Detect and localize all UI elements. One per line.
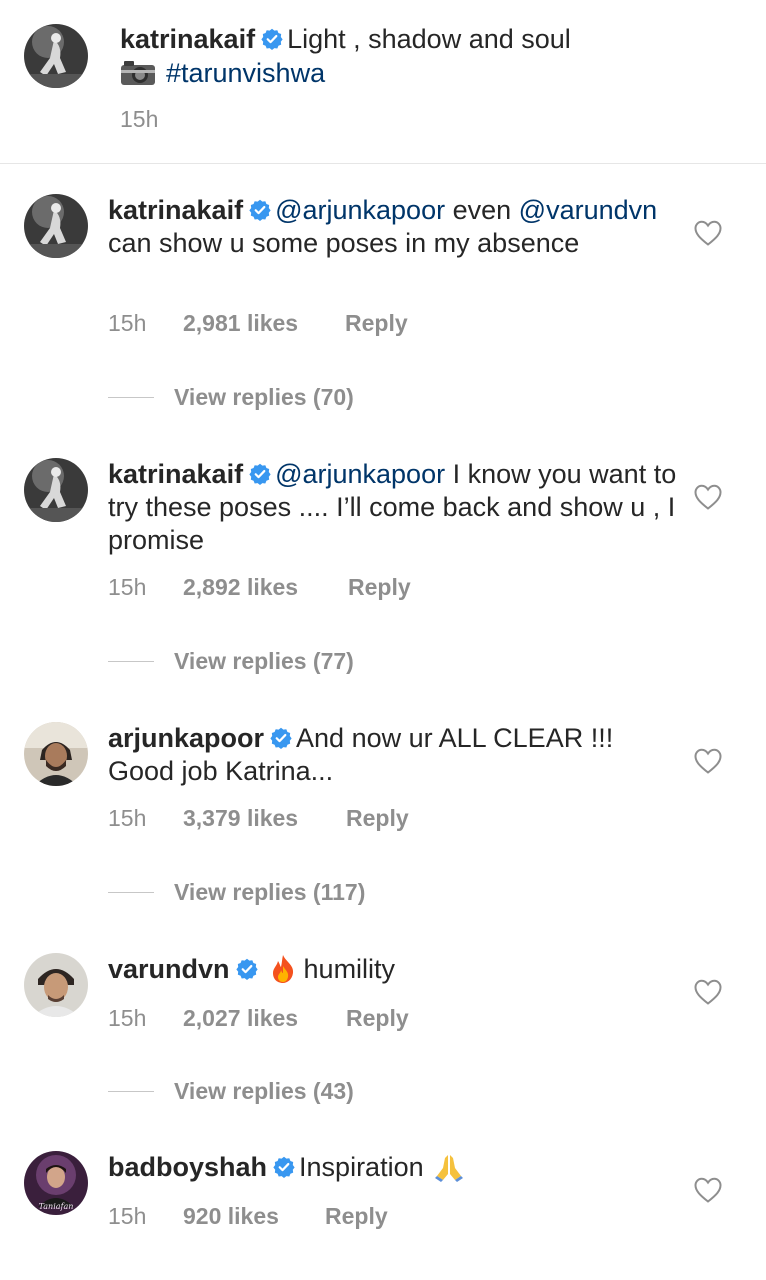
comment-likes[interactable]: 920 likes xyxy=(183,1203,325,1230)
katrinakaif-avatar[interactable] xyxy=(24,194,88,258)
like-heart-icon[interactable] xyxy=(694,484,722,510)
comment-body: can show u some poses in my absence xyxy=(108,228,580,258)
comment-meta: 15h 920 likes Reply xyxy=(108,1203,388,1230)
comment-item: arjunkapoor And now ur ALL CLEAR !!! Good… xyxy=(0,722,766,942)
reply-button[interactable]: Reply xyxy=(345,310,408,337)
view-replies-button[interactable]: View replies (70) xyxy=(108,384,354,411)
like-heart-icon[interactable] xyxy=(694,1177,722,1203)
comment-username[interactable]: varundvn xyxy=(108,954,230,984)
comment-meta: 15h 3,379 likes Reply xyxy=(108,805,409,832)
fire-emoji-icon xyxy=(272,955,293,983)
caption-username[interactable]: katrinakaif xyxy=(120,24,255,54)
comment-time: 15h xyxy=(108,310,147,336)
view-replies-button[interactable]: View replies (43) xyxy=(108,1078,354,1105)
mention-link[interactable]: @arjunkapoor xyxy=(275,195,445,225)
comment-likes[interactable]: 2,981 likes xyxy=(183,310,345,337)
comment-text: katrinakaif @arjunkapoor I know you want … xyxy=(108,458,678,557)
comment-username[interactable]: arjunkapoor xyxy=(108,723,264,753)
svg-text:Taniafan: Taniafan xyxy=(39,1202,74,1211)
verified-icon xyxy=(273,1156,295,1178)
comment-time: 15h xyxy=(108,574,147,600)
folded-hands-emoji-icon xyxy=(434,1155,463,1182)
view-replies-label: View replies (117) xyxy=(174,879,366,905)
comment-meta: 15h 2,981 likes Reply xyxy=(108,310,408,337)
verified-icon xyxy=(249,463,271,485)
comment-item: katrinakaif @arjunkapoor even @varundvn c… xyxy=(0,194,766,444)
varundvn-avatar[interactable] xyxy=(24,953,88,1017)
like-heart-icon[interactable] xyxy=(694,979,722,1005)
comment-username[interactable]: katrinakaif xyxy=(108,195,243,225)
divider-line xyxy=(108,396,154,399)
verified-icon xyxy=(261,28,283,50)
comment-text: badboyshah Inspiration xyxy=(108,1151,678,1184)
badboyshah-avatar[interactable]: Taniafan xyxy=(24,1151,88,1215)
divider-line xyxy=(108,1090,154,1093)
view-replies-label: View replies (70) xyxy=(174,384,354,410)
comment-time: 15h xyxy=(108,1203,147,1229)
reply-button[interactable]: Reply xyxy=(346,805,409,832)
comment-text: varundvn humility xyxy=(108,953,678,986)
view-replies-label: View replies (77) xyxy=(174,648,354,674)
verified-icon xyxy=(236,958,258,980)
comment-meta: 15h 2,027 likes Reply xyxy=(108,1005,409,1032)
comment-time: 15h xyxy=(108,805,147,831)
divider-line xyxy=(108,891,154,894)
mention-link[interactable]: @varundvn xyxy=(519,195,657,225)
comment-time: 15h xyxy=(108,1005,147,1031)
katrinakaif-avatar[interactable] xyxy=(24,24,88,88)
verified-icon xyxy=(270,727,292,749)
comment-body: even xyxy=(445,195,512,225)
comment-likes[interactable]: 2,027 likes xyxy=(183,1005,346,1032)
comment-item: varundvn humility 15h 2,027 likes Reply Vi… xyxy=(0,953,766,1133)
like-heart-icon[interactable] xyxy=(694,748,722,774)
caption-hashtag[interactable]: #tarunvishwa xyxy=(166,58,325,88)
comment-text: katrinakaif @arjunkapoor even @varundvn c… xyxy=(108,194,678,260)
comment-likes[interactable]: 2,892 likes xyxy=(183,574,348,601)
comment-body: Inspiration xyxy=(299,1152,424,1182)
katrinakaif-avatar[interactable] xyxy=(24,458,88,522)
comment-text: arjunkapoor And now ur ALL CLEAR !!! Good… xyxy=(108,722,678,788)
view-replies-label: View replies (43) xyxy=(174,1078,354,1104)
view-replies-button[interactable]: View replies (77) xyxy=(108,648,354,675)
view-replies-button[interactable]: View replies (117) xyxy=(108,879,365,906)
reply-button[interactable]: Reply xyxy=(325,1203,388,1230)
arjunkapoor-avatar[interactable] xyxy=(24,722,88,786)
verified-icon xyxy=(249,199,271,221)
comment-meta: 15h 2,892 likes Reply xyxy=(108,574,411,601)
like-heart-icon[interactable] xyxy=(694,220,722,246)
comment-username[interactable]: katrinakaif xyxy=(108,459,243,489)
reply-button[interactable]: Reply xyxy=(348,574,411,601)
divider-line xyxy=(108,660,154,663)
caption-body: Light , shadow and soul xyxy=(287,24,571,54)
comment-username[interactable]: badboyshah xyxy=(108,1152,267,1182)
comment-body: humility xyxy=(303,954,396,984)
post-caption: katrinakaif Light , shadow and soul #taru… xyxy=(0,0,766,164)
caption-time: 15h xyxy=(120,106,159,132)
reply-button[interactable]: Reply xyxy=(346,1005,409,1032)
caption-text: katrinakaif Light , shadow and soul #taru… xyxy=(120,22,720,90)
comment-likes[interactable]: 3,379 likes xyxy=(183,805,346,832)
comment-item: katrinakaif @arjunkapoor I know you want … xyxy=(0,458,766,708)
mention-link[interactable]: @arjunkapoor xyxy=(275,459,445,489)
comment-item: Taniafan badboyshah Inspiration 15h 920 li… xyxy=(0,1151,766,1251)
camera-icon xyxy=(121,61,155,85)
